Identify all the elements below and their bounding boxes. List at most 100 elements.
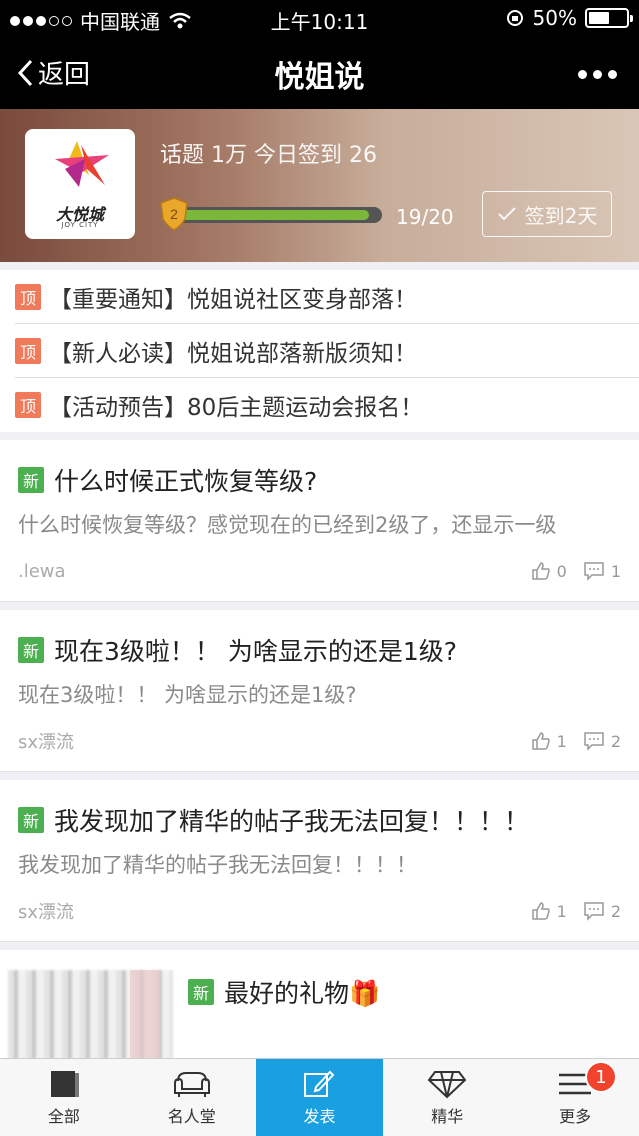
thumbs-up-icon [531,562,550,580]
diamond-icon [427,1070,467,1098]
tab-label: 更多 [559,1106,592,1126]
comment-count: 2 [610,731,621,751]
tab-more[interactable]: 更多 1 [511,1059,639,1136]
svg-text:2: 2 [170,206,178,222]
comment-icon [584,562,604,581]
post-meta: 1 2 [531,731,621,751]
rotation-lock-icon [506,10,523,26]
new-badge: 新 [18,807,44,833]
sofa-icon [173,1071,210,1097]
post-footer: sx漂流 1 2 [18,711,621,771]
tab-bar: 全部 名人堂 发表 精华 更多 1 [0,1058,639,1136]
post-thumbnail-edge [130,970,160,1060]
post-item[interactable]: 新 现在3级啦！！ 为啥显示的还是1级? 现在3级啦！！ 为啥显示的还是1级? … [0,602,639,772]
tab-compose[interactable]: 发表 [255,1059,384,1136]
edit-icon [304,1070,335,1097]
progress-fill [177,210,369,220]
post-excerpt: 我发现加了精华的帖子我无法回复！！！！ [18,853,417,877]
community-logo: 大悦城 JOY CITY [25,129,135,239]
battery-icon [585,8,633,28]
post-excerpt: 什么时候恢复等级？感觉现在的已经到2级了，还显示一级 [18,513,557,537]
post-author: sx漂流 [18,732,75,753]
pinned-item[interactable]: 顶 【活动预告】80后主题运动会报名！ [15,378,639,432]
post-meta: 1 2 [531,901,621,921]
like-button[interactable]: 1 [531,901,567,921]
new-badge: 新 [188,979,214,1005]
post-title-row: 新 什么时候正式恢复等级? [18,462,621,498]
like-button[interactable]: 1 [531,731,567,751]
book-icon [50,1070,79,1097]
pinned-title: 【重要通知】悦姐说社区变身部落！ [49,286,417,313]
pinned-title: 【活动预告】80后主题运动会报名！ [49,395,424,421]
tab-label: 全部 [47,1106,80,1126]
post-title: 最好的礼物🎁 [224,979,381,1008]
tab-label: 名人堂 [167,1106,216,1126]
battery-area: 50% [505,6,633,30]
post-footer: .lewa 0 1 [18,541,621,601]
notification-badge: 1 [584,1061,617,1093]
comment-count: 2 [610,901,621,921]
tab-label: 精华 [431,1106,464,1126]
community-header: 大悦城 JOY CITY 话题 1万 今日签到 26 2 19/20 签到2天 [0,109,639,262]
like-count: 1 [556,731,567,751]
post-meta: 0 1 [531,561,621,581]
dot-icon [593,70,602,79]
pinned-list: 顶 【重要通知】悦姐说社区变身部落！ 顶 【新人必读】悦姐说部落新版须知！ 顶 … [0,270,639,432]
post-title-row: 新 最好的礼物🎁 [188,974,380,1010]
comment-button[interactable]: 1 [583,561,621,581]
post-title: 什么时候正式恢复等级? [54,467,318,496]
post-title-row: 新 我发现加了精华的帖子我无法回复！！！！ [18,802,621,838]
checkin-label: 签到2天 [524,203,598,228]
comment-button[interactable]: 2 [583,901,621,921]
progress-text: 19/20 [396,205,454,229]
joy-city-star-icon [55,141,109,187]
comment-button[interactable]: 2 [583,731,621,751]
top-badge: 顶 [15,392,41,418]
checkin-button[interactable]: 签到2天 [482,191,612,237]
post-excerpt: 现在3级啦！！ 为啥显示的还是1级? [18,683,357,707]
level-progress: 2 [160,197,385,231]
post-footer: sx漂流 1 2 [18,881,621,941]
post-item[interactable]: 新 什么时候正式恢复等级? 什么时候恢复等级？感觉现在的已经到2级了，还显示一级… [0,440,639,602]
battery-percent: 50% [532,6,577,30]
like-count: 0 [556,561,567,581]
comment-icon [584,732,604,751]
page-title: 悦姐说 [274,60,365,95]
top-badge: 顶 [15,337,41,364]
status-bar: 中国联通 上午10:11 50% [0,0,639,36]
post-list: 新 什么时候正式恢复等级? 什么时候恢复等级？感觉现在的已经到2级了，还显示一级… [0,440,639,1072]
post-author: sx漂流 [18,902,75,923]
pinned-title: 【新人必读】悦姐说部落新版须知！ [49,340,417,367]
like-button[interactable]: 0 [531,561,567,581]
pinned-item[interactable]: 顶 【新人必读】悦姐说部落新版须知！ [15,324,639,378]
new-badge: 新 [18,467,44,493]
post-title-row: 新 现在3级啦！！ 为啥显示的还是1级? [18,632,621,668]
level-shield-icon: 2 [160,197,188,231]
post-item[interactable]: 新 我发现加了精华的帖子我无法回复！！！！ 我发现加了精华的帖子我无法回复！！！… [0,772,639,942]
community-stats: 话题 1万 今日签到 26 [160,143,377,168]
check-icon [497,207,516,221]
logo-subtext: JOY CITY [61,221,99,229]
pinned-item[interactable]: 顶 【重要通知】悦姐说社区变身部落！ [15,270,639,324]
post-title: 我发现加了精华的帖子我无法回复！！！！ [54,807,530,836]
top-badge: 顶 [15,283,41,310]
tab-featured[interactable]: 精华 [383,1059,511,1136]
new-badge: 新 [18,637,44,663]
comment-icon [584,902,604,921]
dot-icon [578,70,587,79]
nav-bar: 返回 悦姐说 [0,36,639,109]
tab-hall-of-fame[interactable]: 名人堂 [128,1059,256,1136]
more-menu-button[interactable] [578,70,617,79]
thumbs-up-icon [531,902,550,920]
tab-label: 发表 [303,1106,336,1126]
top-bar: 中国联通 上午10:11 50% 返回 悦姐说 [0,0,639,109]
post-author: .lewa [18,560,66,582]
post-item-with-image[interactable]: 新 最好的礼物🎁 [0,942,639,1072]
comment-count: 1 [610,561,621,581]
post-title: 现在3级啦！！ 为啥显示的还是1级? [54,637,458,666]
like-count: 1 [556,901,567,921]
dot-icon [608,70,617,79]
thumbs-up-icon [531,732,550,750]
progress-track [174,207,382,223]
tab-all[interactable]: 全部 [0,1059,128,1136]
